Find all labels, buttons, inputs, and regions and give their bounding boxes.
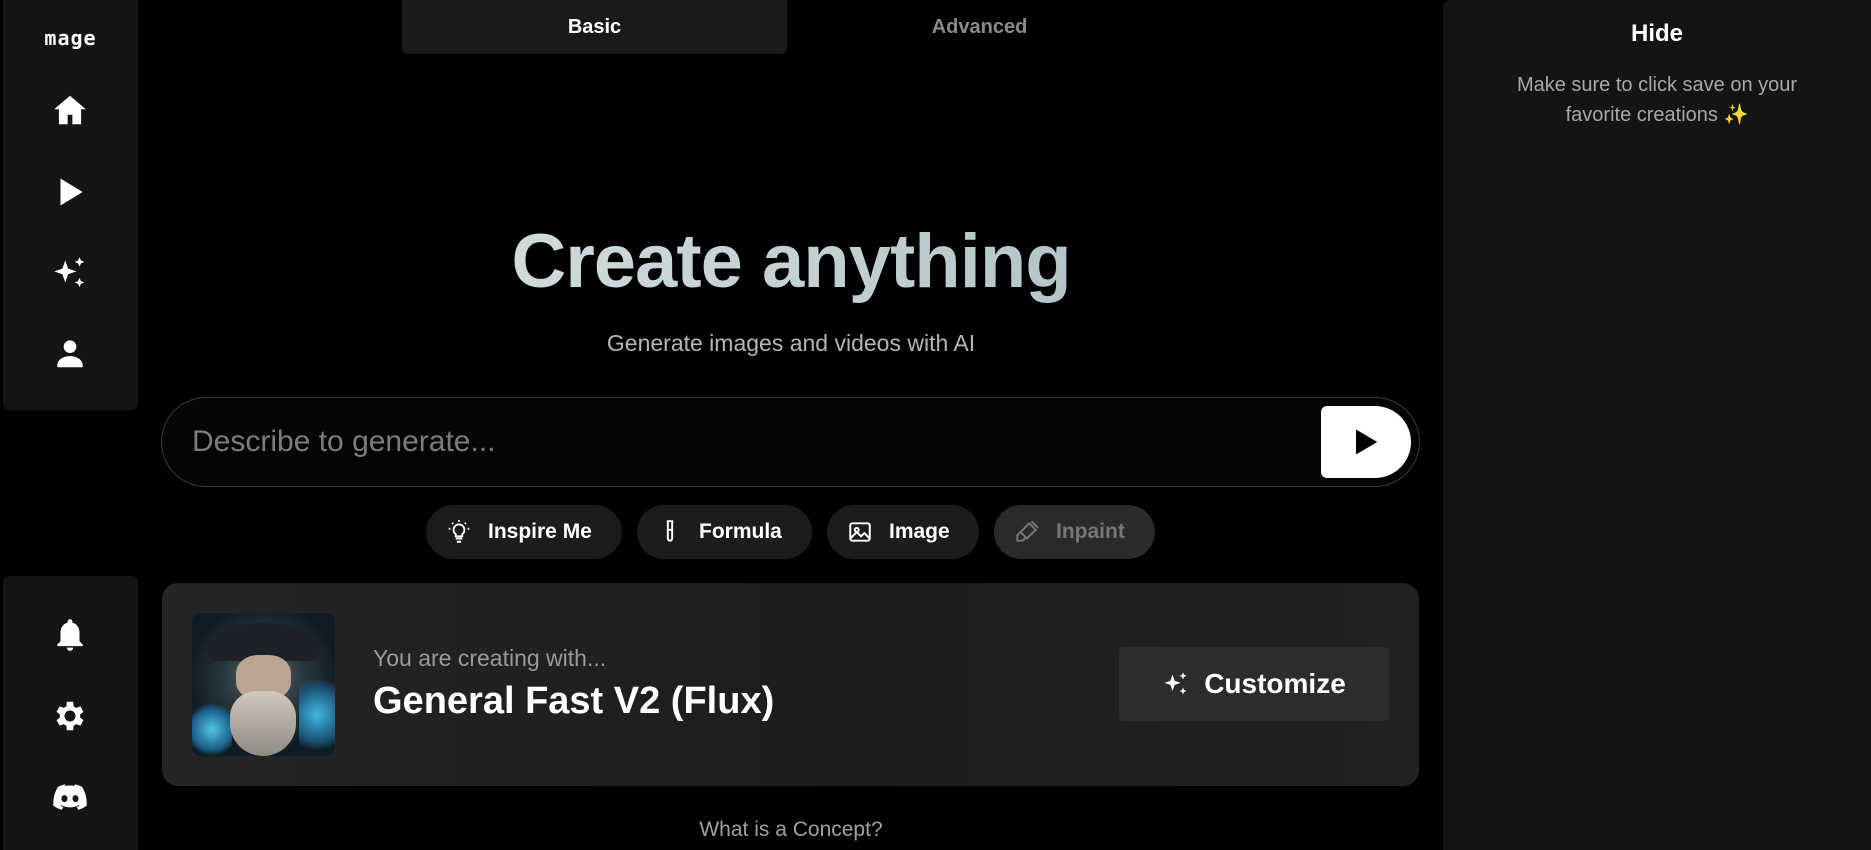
play-icon [1356, 429, 1378, 455]
image-button[interactable]: Image [827, 505, 979, 559]
sidebar-bottom [3, 576, 138, 850]
test-tube-icon [666, 520, 674, 542]
prompt-input[interactable] [192, 398, 1292, 486]
customize-label: Customize [1204, 668, 1346, 699]
inspire-me-label: Inspire Me [488, 520, 592, 543]
inpaint-label: Inpaint [1056, 520, 1125, 543]
image-icon [849, 522, 871, 542]
generate-button[interactable] [1321, 406, 1411, 478]
mage-logo[interactable]: mage [3, 26, 138, 50]
page-subtitle: Generate images and videos with AI [606, 330, 976, 356]
brush-icon [1016, 520, 1039, 542]
gear-icon[interactable] [45, 691, 95, 741]
tab-advanced[interactable]: Advanced [787, 0, 1172, 54]
inspire-me-button[interactable]: Inspire Me [426, 505, 622, 559]
customize-button[interactable]: Customize [1119, 647, 1389, 721]
image-label: Image [889, 520, 950, 543]
formula-label: Formula [699, 520, 782, 543]
prompt-box [161, 397, 1420, 487]
tab-basic[interactable]: Basic [402, 0, 787, 54]
inpaint-button[interactable]: Inpaint [994, 505, 1155, 559]
play-icon[interactable] [45, 167, 95, 217]
creating-with-label: You are creating with... [373, 645, 607, 671]
what-is-concept-link[interactable]: What is a Concept? [162, 818, 1420, 842]
discord-icon[interactable] [45, 772, 95, 822]
model-card: You are creating with... General Fast V2… [162, 583, 1419, 786]
bell-icon[interactable] [45, 610, 95, 660]
sparkles-icon[interactable] [45, 248, 95, 298]
user-icon[interactable] [45, 328, 95, 378]
hide-button[interactable]: Hide [1443, 20, 1871, 48]
right-panel: Hide Make sure to click save on your fav… [1443, 0, 1871, 850]
model-thumbnail[interactable] [192, 613, 335, 756]
sparkles-icon [1164, 672, 1187, 695]
page-title: Create anything [162, 218, 1420, 305]
save-hint: Make sure to click save on your favorite… [1516, 74, 1798, 126]
lightbulb-icon [448, 520, 470, 543]
home-icon[interactable] [45, 85, 95, 135]
formula-button[interactable]: Formula [637, 505, 812, 559]
model-name[interactable]: General Fast V2 (Flux) [373, 680, 774, 723]
sidebar-top: mage [3, 0, 138, 410]
mode-tabs: Basic Advanced [402, 0, 1192, 54]
